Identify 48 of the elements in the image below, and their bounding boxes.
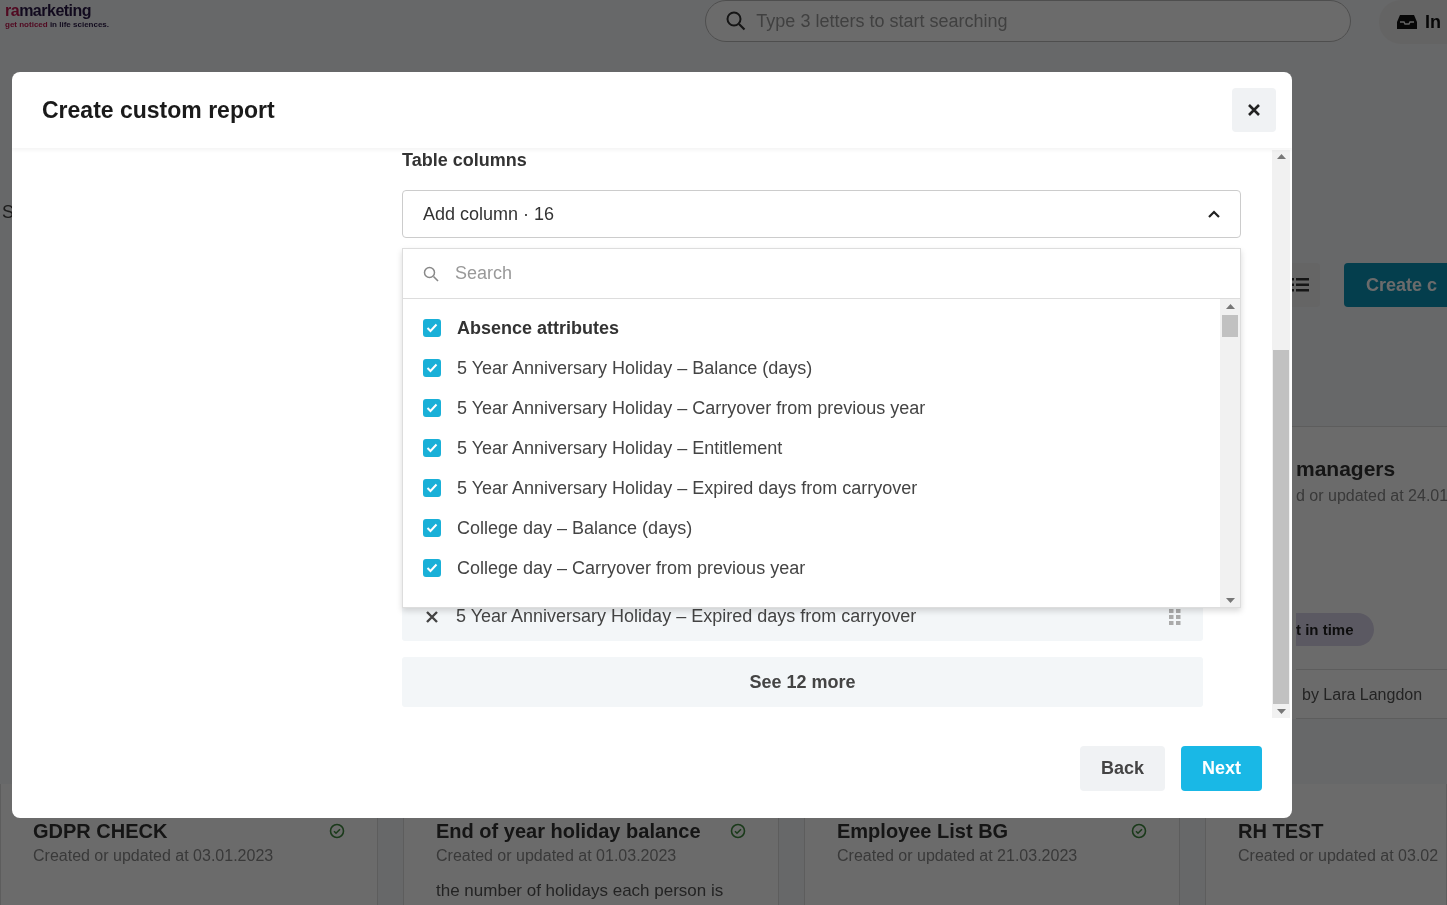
card-author: by Lara Langdon: [1296, 669, 1447, 719]
remove-button[interactable]: [426, 610, 438, 623]
close-icon: [1248, 104, 1260, 116]
column-select[interactable]: Add column · 16: [402, 190, 1241, 238]
card-title: Employee List BG: [837, 819, 1009, 843]
drag-handle-icon[interactable]: [1169, 608, 1181, 625]
checkbox[interactable]: [423, 479, 441, 497]
checkbox[interactable]: [423, 519, 441, 537]
card-title: managers: [1296, 457, 1397, 481]
check-icon: [730, 823, 746, 839]
card-description: the number of holidays each person is: [436, 881, 725, 901]
section-label: Table columns: [402, 150, 528, 171]
card-title: RH TEST: [1238, 819, 1324, 843]
checkbox[interactable]: [423, 359, 441, 377]
column-option[interactable]: 5 Year Anniversary Holiday – Carryover from previous year: [403, 388, 1220, 428]
group-option[interactable]: Absence attributes: [403, 308, 1220, 348]
checkbox[interactable]: [423, 399, 441, 417]
list-icon: [1291, 278, 1309, 292]
logo-tagline: get noticed in life sciences.: [5, 19, 111, 29]
card-title: End of year holiday balance: [436, 819, 701, 843]
scroll-up-icon[interactable]: [1225, 303, 1235, 309]
inbox-icon: [1397, 15, 1417, 29]
scroll-down-icon[interactable]: [1276, 708, 1286, 714]
close-icon: [426, 610, 438, 623]
scroll-down-icon[interactable]: [1225, 597, 1235, 603]
check-icon: [329, 823, 345, 839]
close-button[interactable]: [1232, 88, 1276, 132]
search-icon: [726, 11, 747, 31]
column-option[interactable]: 5 Year Anniversary Holiday – Entitlement: [403, 428, 1220, 468]
search-icon: [423, 265, 439, 282]
see-more-button[interactable]: See 12 more: [402, 657, 1203, 707]
scroll-up-icon[interactable]: [1276, 154, 1286, 160]
back-button[interactable]: Back: [1079, 745, 1165, 791]
checkbox[interactable]: [423, 319, 441, 337]
column-option[interactable]: 5 Year Anniversary Holiday – Expired days from carryover: [403, 468, 1220, 508]
chevron-up-icon: [1208, 210, 1220, 218]
column-option[interactable]: College day – Carryover from previous year: [403, 548, 1220, 588]
card-tag: t in time: [1296, 613, 1374, 646]
column-option[interactable]: 5 Year Anniversary Holiday – Balance (days): [403, 348, 1220, 388]
logo-wordmark: ramarketing: [5, 1, 93, 20]
card-title: GDPR CHECK: [33, 819, 168, 843]
checkbox[interactable]: [423, 559, 441, 577]
scrollbar-thumb[interactable]: [1273, 349, 1289, 705]
scrollbar-thumb[interactable]: [1222, 315, 1238, 337]
column-option[interactable]: College day – Balance (days): [403, 508, 1220, 548]
check-icon: [1131, 823, 1147, 839]
dialog-title: Create custom report: [42, 96, 275, 124]
checkbox[interactable]: [423, 439, 441, 457]
